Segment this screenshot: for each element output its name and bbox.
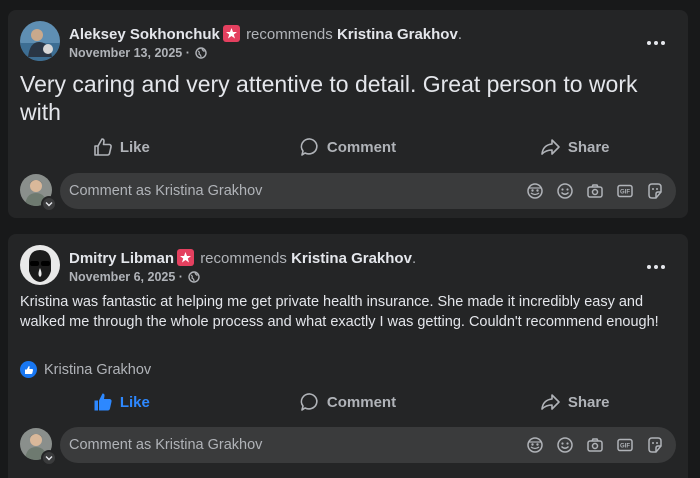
comment-input[interactable]: Comment as Kristina Grakhov GIF: [60, 427, 676, 463]
gif-icon[interactable]: GIF: [616, 436, 634, 454]
svg-text:GIF: GIF: [620, 190, 630, 196]
like-label: Like: [119, 138, 150, 156]
sticker-icon[interactable]: [646, 182, 664, 200]
reaction-names: Kristina Grakhov: [44, 361, 152, 378]
comment-placeholder: Comment as Kristina Grakhov: [69, 437, 263, 453]
like-button[interactable]: Like: [8, 130, 235, 164]
comment-icon: [300, 138, 318, 156]
share-icon: [541, 139, 560, 155]
recommends-verb: recommends: [246, 26, 333, 43]
post-date-line: November 6, 2025 ·: [69, 270, 201, 284]
more-options-button[interactable]: [642, 33, 670, 53]
post-header: Dmitry Libman recommends Kristina Grakho…: [20, 245, 676, 289]
more-icon: [647, 265, 651, 269]
share-icon: [541, 394, 560, 410]
comment-label: Comment: [326, 138, 397, 156]
emoji-icon[interactable]: [556, 436, 574, 454]
globe-icon: [188, 271, 201, 283]
author-avatar[interactable]: [20, 21, 60, 61]
like-button[interactable]: Like: [8, 385, 235, 419]
recommendation-post: Dmitry Libman recommends Kristina Grakho…: [8, 234, 688, 478]
like-reaction-icon: [20, 361, 37, 378]
recommendation-post: Aleksey Sokhonchuk recommends Kristina G…: [8, 10, 688, 218]
comment-tools: GIF: [526, 436, 664, 454]
post-actions: Like Comment Share: [8, 130, 688, 164]
post-header: Aleksey Sokhonchuk recommends Kristina G…: [20, 21, 676, 65]
share-label: Share: [567, 393, 610, 411]
recommend-badge-icon: [222, 25, 240, 42]
post-date-line: November 13, 2025 ·: [69, 46, 208, 60]
author-name[interactable]: Dmitry Libman: [69, 250, 174, 267]
author-avatar[interactable]: [20, 245, 60, 285]
svg-text:GIF: GIF: [620, 444, 630, 450]
post-body: Kristina was fantastic at helping me get…: [20, 294, 659, 330]
comment-composer: Comment as Kristina Grakhov GIF: [20, 426, 676, 466]
comment-placeholder: Comment as Kristina Grakhov: [69, 183, 263, 199]
author-name[interactable]: Aleksey Sokhonchuk: [69, 26, 220, 43]
share-button[interactable]: Share: [461, 130, 688, 164]
comment-composer: Comment as Kristina Grakhov GIF: [20, 172, 676, 212]
profile-switch-icon[interactable]: [41, 196, 57, 212]
profile-switch-icon[interactable]: [41, 450, 57, 466]
comment-button[interactable]: Comment: [235, 130, 462, 164]
comment-button[interactable]: Comment: [235, 385, 462, 419]
share-label: Share: [567, 138, 610, 156]
comment-input[interactable]: Comment as Kristina Grakhov GIF: [60, 173, 676, 209]
emoji-icon[interactable]: [556, 182, 574, 200]
post-date[interactable]: November 6, 2025 ·: [69, 270, 183, 284]
reaction-summary[interactable]: Kristina Grakhov: [20, 361, 151, 378]
comment-tools: GIF: [526, 182, 664, 200]
more-options-button[interactable]: [642, 257, 670, 277]
sticker-icon[interactable]: [646, 436, 664, 454]
comment-icon: [300, 393, 318, 411]
like-icon: [94, 138, 112, 156]
camera-icon[interactable]: [586, 436, 604, 454]
post-date[interactable]: November 13, 2025 ·: [69, 46, 190, 60]
share-button[interactable]: Share: [461, 385, 688, 419]
gif-icon[interactable]: GIF: [616, 182, 634, 200]
like-icon: [94, 393, 112, 411]
globe-icon: [195, 47, 208, 59]
post-title-line: Dmitry Libman recommends Kristina Grakho…: [69, 249, 417, 267]
recommended-page[interactable]: Kristina Grakhov: [291, 250, 412, 267]
recommended-page[interactable]: Kristina Grakhov: [337, 26, 458, 43]
post-actions: Like Comment Share: [8, 385, 688, 419]
camera-icon[interactable]: [586, 182, 604, 200]
like-label: Like: [119, 393, 150, 411]
recommends-verb: recommends: [200, 250, 287, 267]
recommend-badge-icon: [177, 249, 195, 266]
comment-label: Comment: [326, 393, 397, 411]
post-body: Very caring and very attentive to detail…: [20, 71, 638, 125]
post-title-line: Aleksey Sokhonchuk recommends Kristina G…: [69, 25, 462, 43]
more-icon: [647, 41, 651, 45]
avatar-sticker-icon[interactable]: [526, 436, 544, 454]
avatar-sticker-icon[interactable]: [526, 182, 544, 200]
